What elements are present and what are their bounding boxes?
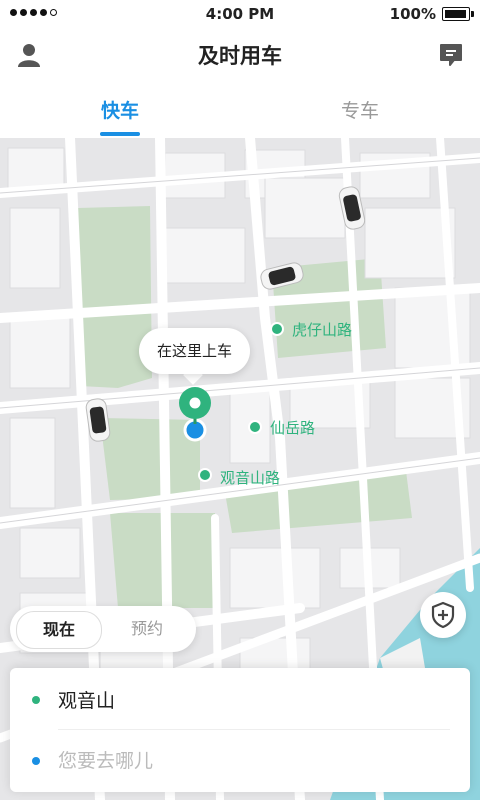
- safety-button[interactable]: [420, 592, 466, 638]
- road-label: 仙岳路: [270, 419, 316, 437]
- mode-now-button[interactable]: 现在: [16, 611, 102, 649]
- road-marker-dot: [198, 468, 212, 482]
- battery-percent: 100%: [389, 5, 436, 23]
- road-marker-dot: [248, 420, 262, 434]
- mode-reserve-button[interactable]: 预约: [104, 611, 190, 647]
- road-label: 虎仔山路: [292, 321, 353, 339]
- origin-field[interactable]: 观音山: [58, 686, 115, 713]
- battery-icon: [442, 7, 474, 21]
- pickup-pin-icon[interactable]: [177, 386, 213, 442]
- page-title: 及时用车: [198, 44, 282, 68]
- message-icon[interactable]: [438, 42, 464, 68]
- tab-express[interactable]: 快车: [0, 96, 240, 123]
- status-bar: 4:00 PM 100%: [0, 0, 480, 28]
- road-label: 观音山路: [220, 469, 281, 487]
- pickup-callout[interactable]: 在这里上车: [139, 328, 250, 374]
- road-marker-dot: [270, 322, 284, 336]
- destination-dot-icon: [32, 757, 40, 765]
- shield-icon: [431, 601, 455, 629]
- origin-dot-icon: [32, 696, 40, 704]
- divider: [58, 729, 450, 730]
- active-tab-indicator: [100, 132, 140, 136]
- destination-input[interactable]: 您要去哪儿: [58, 746, 153, 773]
- tab-premier[interactable]: 专车: [240, 96, 480, 123]
